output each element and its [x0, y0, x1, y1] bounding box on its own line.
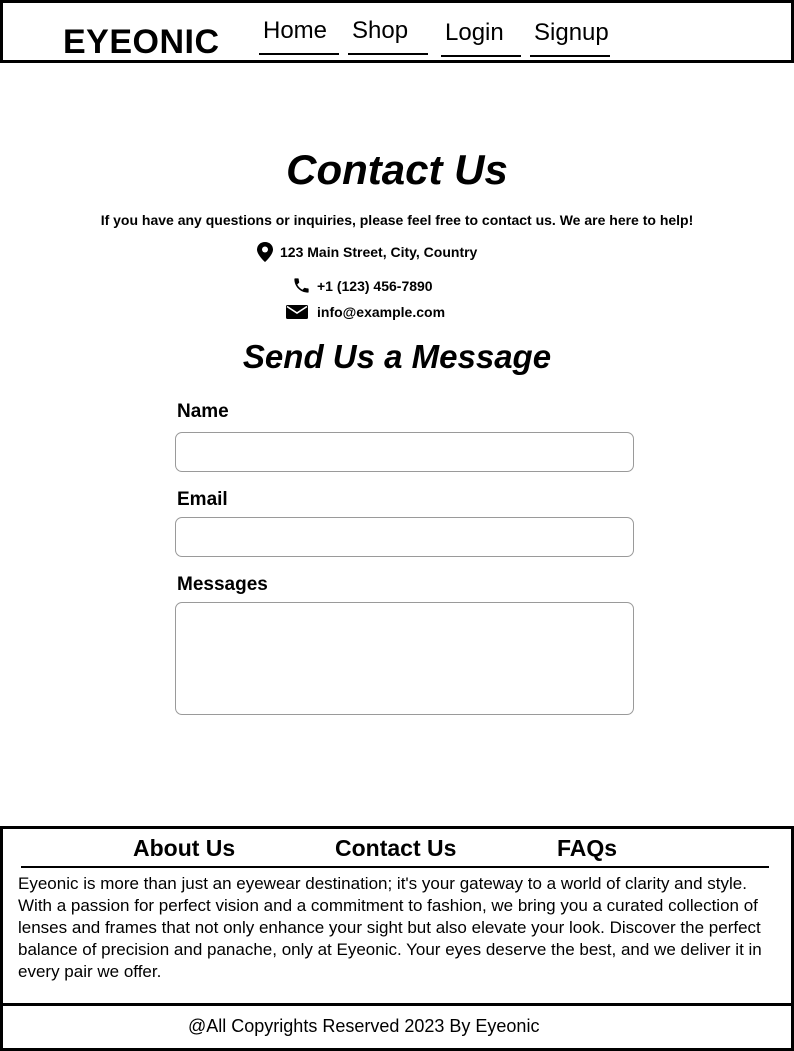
copyright-text: @All Copyrights Reserved 2023 By Eyeonic: [188, 1016, 540, 1036]
footer-contact-link[interactable]: Contact Us: [335, 835, 456, 862]
footer-about-link[interactable]: About Us: [133, 835, 235, 862]
site-header: EYEONIC Home Shop Login Signup: [0, 0, 794, 63]
page-title: Contact Us: [286, 146, 508, 193]
email-label: Email: [177, 489, 228, 510]
site-footer: About Us Contact Us FAQs Eyeonic is more…: [0, 826, 794, 1006]
footer-faqs-link[interactable]: FAQs: [557, 835, 617, 862]
email-input[interactable]: [175, 517, 634, 557]
form-title: Send Us a Message: [242, 338, 552, 375]
name-label: Name: [177, 401, 229, 422]
email-text: info@example.com: [317, 304, 446, 320]
footer-description: Eyeonic is more than just an eyewear des…: [18, 874, 762, 981]
nav-signup-link[interactable]: Signup: [530, 19, 610, 57]
address-line: 123 Main Street, City, Country: [256, 242, 477, 262]
envelope-icon: [286, 305, 308, 319]
email-line: info@example.com: [286, 304, 445, 320]
messages-label: Messages: [177, 574, 268, 595]
map-pin-icon: [257, 242, 273, 262]
footer-divider: [21, 866, 769, 868]
phone-text: +1 (123) 456-7890: [317, 277, 433, 294]
nav-shop-link[interactable]: Shop: [348, 17, 428, 55]
intro-text: If you have any questions or inquiries, …: [100, 212, 694, 228]
nav-home-link[interactable]: Home: [259, 17, 339, 55]
phone-icon: [294, 278, 309, 293]
messages-textarea[interactable]: [175, 602, 634, 715]
address-text: 123 Main Street, City, Country: [280, 244, 478, 260]
copyright-bar: @All Copyrights Reserved 2023 By Eyeonic: [0, 1003, 794, 1051]
name-input[interactable]: [175, 432, 634, 472]
nav-login-link[interactable]: Login: [441, 19, 521, 57]
phone-line: +1 (123) 456-7890: [292, 276, 433, 295]
site-logo[interactable]: EYEONIC: [63, 23, 220, 62]
